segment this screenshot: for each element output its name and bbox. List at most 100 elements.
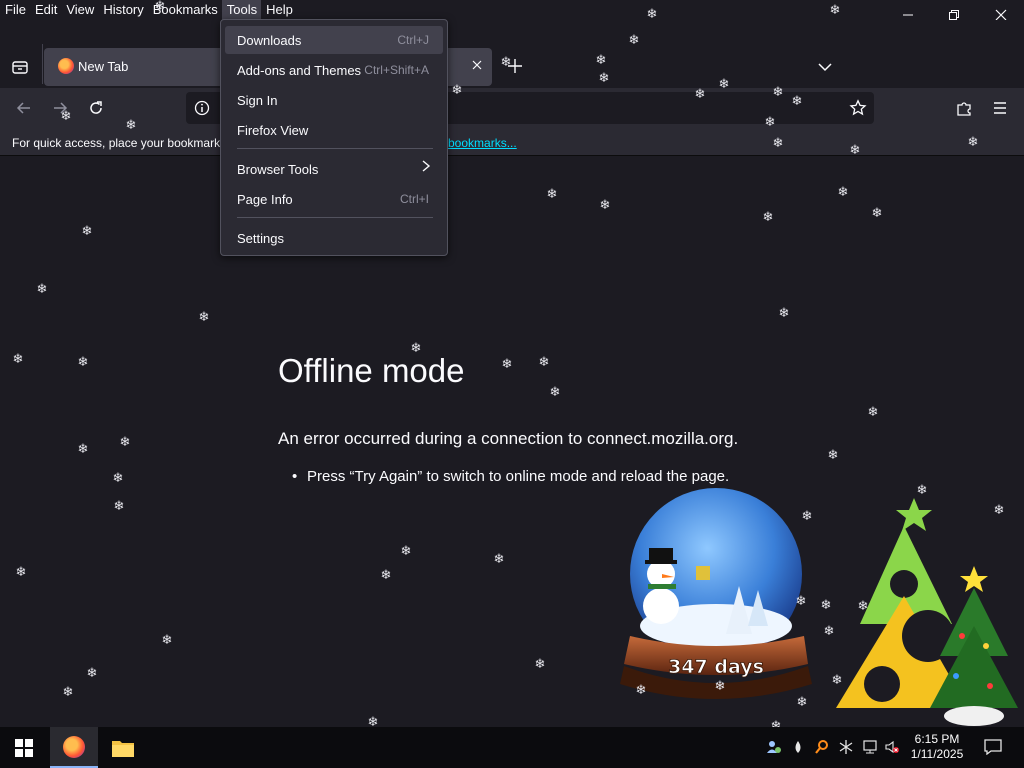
menu-view[interactable]: View xyxy=(61,0,98,20)
tools-menu-popup: Downloads Ctrl+J Add-ons and Themes Ctrl… xyxy=(220,19,448,256)
puzzle-icon xyxy=(957,102,971,116)
windows-taskbar: 6:15 PM 1/11/2025 xyxy=(0,727,1024,768)
snowflake-icon: ❄ xyxy=(12,351,24,366)
snowflake-icon: ❄ xyxy=(112,470,124,485)
menu-item-shortcut: Ctrl+J xyxy=(397,33,429,47)
menu-file[interactable]: File xyxy=(0,0,30,20)
snowflake-icon: ❄ xyxy=(796,694,808,709)
snowflake-icon: ❄ xyxy=(778,305,790,320)
snowflake-icon: ❄ xyxy=(598,70,610,85)
snowflake-icon: ❄ xyxy=(762,209,774,224)
chat-bubble-icon xyxy=(984,739,1002,756)
snowflake-icon: ❄ xyxy=(113,498,125,513)
taskbar-firefox[interactable] xyxy=(50,727,98,768)
tray-snowflake-icon[interactable] xyxy=(838,739,854,755)
snow-globe-image: 347 days xyxy=(620,488,812,699)
snowflake-icon: ❄ xyxy=(86,665,98,680)
menu-help[interactable]: Help xyxy=(261,0,297,20)
snowflake-icon: ❄ xyxy=(714,678,726,693)
menu-item-downloads[interactable]: Downloads Ctrl+J xyxy=(225,26,443,54)
menu-item-page-info[interactable]: Page Info Ctrl+I xyxy=(225,185,443,213)
tray-user-icon[interactable] xyxy=(766,739,782,755)
snowflake-icon: ❄ xyxy=(791,93,803,108)
extensions-button[interactable] xyxy=(952,96,976,120)
menu-item-settings[interactable]: Settings xyxy=(225,224,443,252)
snowflake-icon: ❄ xyxy=(77,354,89,369)
snowflake-icon: ❄ xyxy=(916,482,928,497)
tab-close-button[interactable] xyxy=(472,57,482,73)
snowflake-icon: ❄ xyxy=(77,441,89,456)
snowflake-icon: ❄ xyxy=(772,84,784,99)
menu-item-addons[interactable]: Add-ons and Themes Ctrl+Shift+A xyxy=(225,56,443,84)
snowflake-icon: ❄ xyxy=(829,2,841,17)
snowflake-icon: ❄ xyxy=(154,0,166,13)
volume-muted-icon[interactable] xyxy=(884,739,900,755)
snowflake-icon: ❄ xyxy=(795,593,807,608)
hamburger-icon xyxy=(994,102,1006,114)
snow-globe-widget[interactable]: 347 days xyxy=(608,486,826,708)
snowflake-icon: ❄ xyxy=(125,117,137,132)
snowflake-icon: ❄ xyxy=(635,682,647,697)
tray-drop-icon[interactable] xyxy=(790,739,806,755)
snowflake-icon: ❄ xyxy=(36,281,48,296)
navigation-toolbar xyxy=(0,88,1024,128)
firefox-favicon-icon xyxy=(58,58,74,74)
snowflake-icon: ❄ xyxy=(380,567,392,582)
bookmark-star-button[interactable] xyxy=(849,99,867,117)
app-menu-button[interactable] xyxy=(988,96,1012,120)
firefox-view-icon xyxy=(12,61,28,74)
menu-item-label: Sign In xyxy=(237,93,278,108)
menu-edit[interactable]: Edit xyxy=(30,0,61,20)
snowflake-icon: ❄ xyxy=(772,135,784,150)
snowflake-icon: ❄ xyxy=(119,434,131,449)
menu-separator xyxy=(237,148,433,149)
back-button[interactable] xyxy=(12,96,36,120)
snowflake-icon: ❄ xyxy=(857,598,869,613)
reload-icon xyxy=(90,101,102,114)
network-icon[interactable] xyxy=(862,739,878,755)
snowflake-icon: ❄ xyxy=(15,564,27,579)
menu-item-sign-in[interactable]: Sign In xyxy=(225,86,443,114)
bookmarks-toolbar: For quick access, place your bookmarks b… xyxy=(0,128,1024,156)
lit-tree-image xyxy=(930,566,1018,726)
folder-icon xyxy=(112,741,134,757)
menu-item-shortcut: Ctrl+Shift+A xyxy=(364,63,429,77)
menu-history[interactable]: History xyxy=(98,0,147,20)
taskbar-clock[interactable]: 6:15 PM 1/11/2025 xyxy=(902,732,972,762)
tab-strip: New Tab xyxy=(0,20,1024,88)
snowflake-icon: ❄ xyxy=(967,134,979,149)
snowflake-icon: ❄ xyxy=(993,502,1005,517)
notifications-button[interactable] xyxy=(984,739,1002,756)
reload-button[interactable] xyxy=(84,96,108,120)
menu-item-browser-tools[interactable]: Browser Tools xyxy=(225,155,443,183)
snowflake-icon: ❄ xyxy=(646,6,658,21)
taskbar-file-explorer[interactable] xyxy=(99,727,147,768)
list-all-tabs-button[interactable] xyxy=(816,58,834,76)
menu-item-firefox-view[interactable]: Firefox View xyxy=(225,116,443,144)
menu-item-label: Settings xyxy=(237,231,284,246)
firefox-icon xyxy=(63,736,85,758)
menu-item-label: Page Info xyxy=(237,192,293,207)
tray-search-icon[interactable] xyxy=(814,739,830,755)
menu-item-label: Firefox View xyxy=(237,123,309,138)
star-icon xyxy=(849,99,867,116)
snowflake-icon: ❄ xyxy=(871,205,883,220)
snowflake-icon: ❄ xyxy=(400,543,412,558)
windows-logo-icon xyxy=(15,739,33,757)
snowflake-icon: ❄ xyxy=(801,508,813,523)
info-icon xyxy=(194,100,210,116)
arrow-left-icon xyxy=(16,102,30,114)
site-info-button[interactable] xyxy=(194,100,210,116)
start-button[interactable] xyxy=(0,727,48,768)
days-counter-text: 347 days xyxy=(668,656,764,678)
firefox-view-button[interactable] xyxy=(10,57,30,77)
menu-tools[interactable]: Tools xyxy=(221,0,262,20)
snowflake-icon: ❄ xyxy=(827,447,839,462)
snowflake-icon: ❄ xyxy=(595,52,607,67)
snowflake-icon: ❄ xyxy=(718,76,730,91)
close-tab-icon xyxy=(472,60,482,70)
tab-title: New Tab xyxy=(78,59,129,74)
manage-bookmarks-link[interactable]: bookmarks... xyxy=(448,136,517,150)
menu-separator xyxy=(237,217,433,218)
snowflake-icon: ❄ xyxy=(549,384,561,399)
